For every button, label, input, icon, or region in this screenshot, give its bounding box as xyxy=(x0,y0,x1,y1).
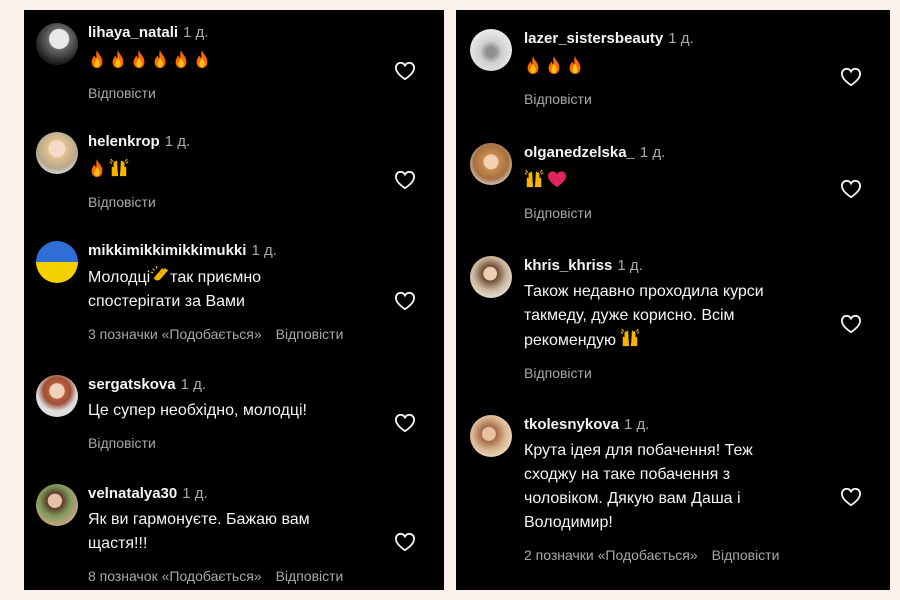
reply-link[interactable]: Відповісти xyxy=(88,435,156,451)
fire-icon xyxy=(130,49,148,69)
avatar[interactable] xyxy=(36,484,78,526)
comment-item: olganedzelska_ 1 д. Відповісти xyxy=(456,143,890,238)
likes-count[interactable]: 3 позначки «Подобається» xyxy=(88,326,262,342)
comment-text: Також недавно проходила курси такмеду, д… xyxy=(524,283,764,349)
username[interactable]: lihaya_natali xyxy=(88,24,178,41)
avatar[interactable] xyxy=(470,143,512,185)
fire-icon xyxy=(545,55,563,75)
timestamp[interactable]: 1 д. xyxy=(182,485,207,502)
username[interactable]: khris_khriss xyxy=(524,257,612,274)
comment-text: Це супер необхідно, молодці! xyxy=(88,402,307,419)
reply-link[interactable]: Відповісти xyxy=(88,85,156,101)
emoji-group xyxy=(524,168,567,190)
fire-icon xyxy=(109,49,127,69)
heart-outline-icon[interactable] xyxy=(840,314,862,334)
fire-icon xyxy=(566,55,584,75)
comment-item: lazer_sistersbeauty 1 д. Відповісти xyxy=(456,29,890,124)
avatar[interactable] xyxy=(36,132,78,174)
avatar[interactable] xyxy=(36,375,78,417)
timestamp[interactable]: 1 д. xyxy=(181,376,206,393)
reply-link[interactable]: Відповісти xyxy=(276,326,344,342)
avatar[interactable] xyxy=(470,256,512,298)
username[interactable]: velnatalya30 xyxy=(88,485,177,502)
raised-hands-icon xyxy=(524,169,544,189)
avatar[interactable] xyxy=(36,23,78,65)
timestamp[interactable]: 1 д. xyxy=(165,133,190,150)
reply-link[interactable]: Відповісти xyxy=(88,194,156,210)
avatar[interactable] xyxy=(36,241,78,283)
heart-outline-icon[interactable] xyxy=(394,61,416,81)
comment-item: helenkrop 1 д. Відповісти xyxy=(24,132,444,222)
likes-count[interactable]: 8 позначок «Подобається» xyxy=(88,568,262,584)
fire-icon xyxy=(151,49,169,69)
raised-hands-icon xyxy=(109,158,129,178)
timestamp[interactable]: 1 д. xyxy=(183,24,208,41)
username[interactable]: lazer_sistersbeauty xyxy=(524,30,663,47)
timestamp[interactable]: 1 д. xyxy=(617,257,642,274)
comment-item: mikkimikkimikkimukki 1 д. Молодці так приє… xyxy=(24,241,444,351)
comment-item: tkolesnykova 1 д. Крута ідея для побаченн… xyxy=(456,415,890,585)
heart-outline-icon[interactable] xyxy=(394,413,416,433)
avatar[interactable] xyxy=(470,29,512,71)
raised-hands-icon xyxy=(620,328,640,348)
heart-outline-icon[interactable] xyxy=(840,179,862,199)
username[interactable]: helenkrop xyxy=(88,133,160,150)
fire-emoji-group xyxy=(524,54,584,76)
reply-link[interactable]: Відповісти xyxy=(524,91,592,107)
heart-outline-icon[interactable] xyxy=(394,532,416,552)
comment-text xyxy=(88,47,382,71)
clap-icon xyxy=(150,265,170,285)
timestamp[interactable]: 1 д. xyxy=(624,416,649,433)
reply-link[interactable]: Відповісти xyxy=(524,365,592,381)
username[interactable]: sergatskova xyxy=(88,376,176,393)
comment-item: khris_khriss 1 д. Також недавно проходила… xyxy=(456,256,890,391)
timestamp[interactable]: 1 д. xyxy=(668,30,693,47)
likes-count[interactable]: 2 позначки «Подобається» xyxy=(524,547,698,563)
comments-panel-right: lazer_sistersbeauty 1 д. Відповісти olgan… xyxy=(456,10,890,590)
heart-outline-icon[interactable] xyxy=(840,67,862,87)
heart-outline-icon[interactable] xyxy=(394,170,416,190)
reply-link[interactable]: Відповісти xyxy=(524,205,592,221)
comment-text: Як ви гармонуєте. Бажаю вам щастя!!! xyxy=(88,511,310,552)
red-heart-icon xyxy=(547,170,567,188)
comment-text xyxy=(524,167,828,191)
comment-text xyxy=(524,53,828,77)
comment-text xyxy=(88,156,382,180)
timestamp[interactable]: 1 д. xyxy=(251,242,276,259)
reply-link[interactable]: Відповісти xyxy=(276,568,344,584)
reply-link[interactable]: Відповісти xyxy=(712,547,780,563)
avatar[interactable] xyxy=(470,415,512,457)
comment-item: sergatskova 1 д. Це супер необхідно, моло… xyxy=(24,375,444,465)
timestamp[interactable]: 1 д. xyxy=(640,144,665,161)
fire-icon xyxy=(88,49,106,69)
emoji-group xyxy=(88,157,129,179)
comment-text: Молодці так приємно спостерігати за Вами xyxy=(88,265,382,314)
heart-outline-icon[interactable] xyxy=(394,291,416,311)
username[interactable]: tkolesnykova xyxy=(524,416,619,433)
comment-text: Крута ідея для побачення! Теж сходжу на … xyxy=(524,442,753,531)
comment-item: velnatalya30 1 д. Як ви гармонуєте. Бажаю… xyxy=(24,484,444,590)
fire-icon xyxy=(524,55,542,75)
fire-icon xyxy=(172,49,190,69)
comment-item: lihaya_natali 1 д. Відповісти xyxy=(24,23,444,113)
heart-outline-icon[interactable] xyxy=(840,487,862,507)
fire-icon xyxy=(193,49,211,69)
fire-icon xyxy=(88,158,106,178)
comments-panel-left: lihaya_natali 1 д. Відповісти helenkrop … xyxy=(24,10,444,590)
username[interactable]: olganedzelska_ xyxy=(524,144,635,161)
fire-emoji-group xyxy=(88,48,211,70)
username[interactable]: mikkimikkimikkimukki xyxy=(88,242,246,259)
